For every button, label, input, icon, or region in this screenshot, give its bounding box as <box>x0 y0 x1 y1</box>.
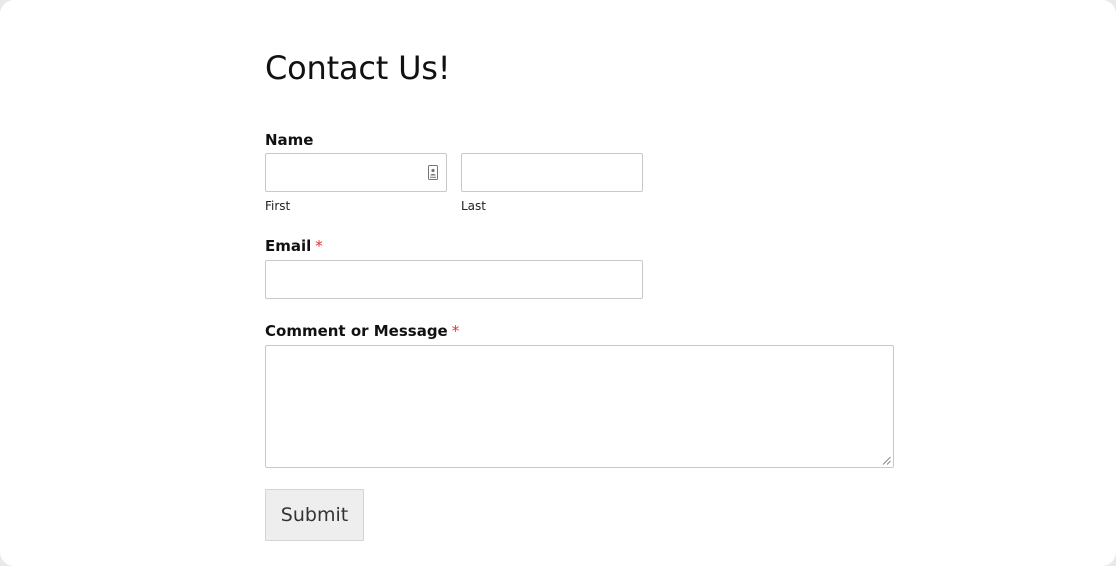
first-name-sublabel: First <box>265 199 291 213</box>
last-name-sublabel: Last <box>461 199 486 213</box>
contact-form-card: Contact Us! Name First Last Email * Comme… <box>0 0 1116 566</box>
form-title: Contact Us! <box>265 49 451 87</box>
email-label-text: Email <box>265 237 312 255</box>
email-label: Email * <box>265 237 323 255</box>
required-marker: * <box>315 237 323 255</box>
comment-label: Comment or Message * <box>265 322 459 340</box>
email-input[interactable] <box>265 260 643 299</box>
resize-grip-icon[interactable] <box>882 456 891 465</box>
name-label-text: Name <box>265 131 314 149</box>
name-label: Name <box>265 131 313 149</box>
contact-card-icon[interactable] <box>428 165 438 180</box>
last-name-input[interactable] <box>461 153 643 192</box>
required-marker: * <box>451 322 460 340</box>
comment-textarea[interactable] <box>265 345 894 468</box>
comment-label-text: Comment or Message <box>265 322 448 340</box>
submit-button[interactable]: Submit <box>265 489 364 541</box>
first-name-input[interactable] <box>265 153 447 192</box>
